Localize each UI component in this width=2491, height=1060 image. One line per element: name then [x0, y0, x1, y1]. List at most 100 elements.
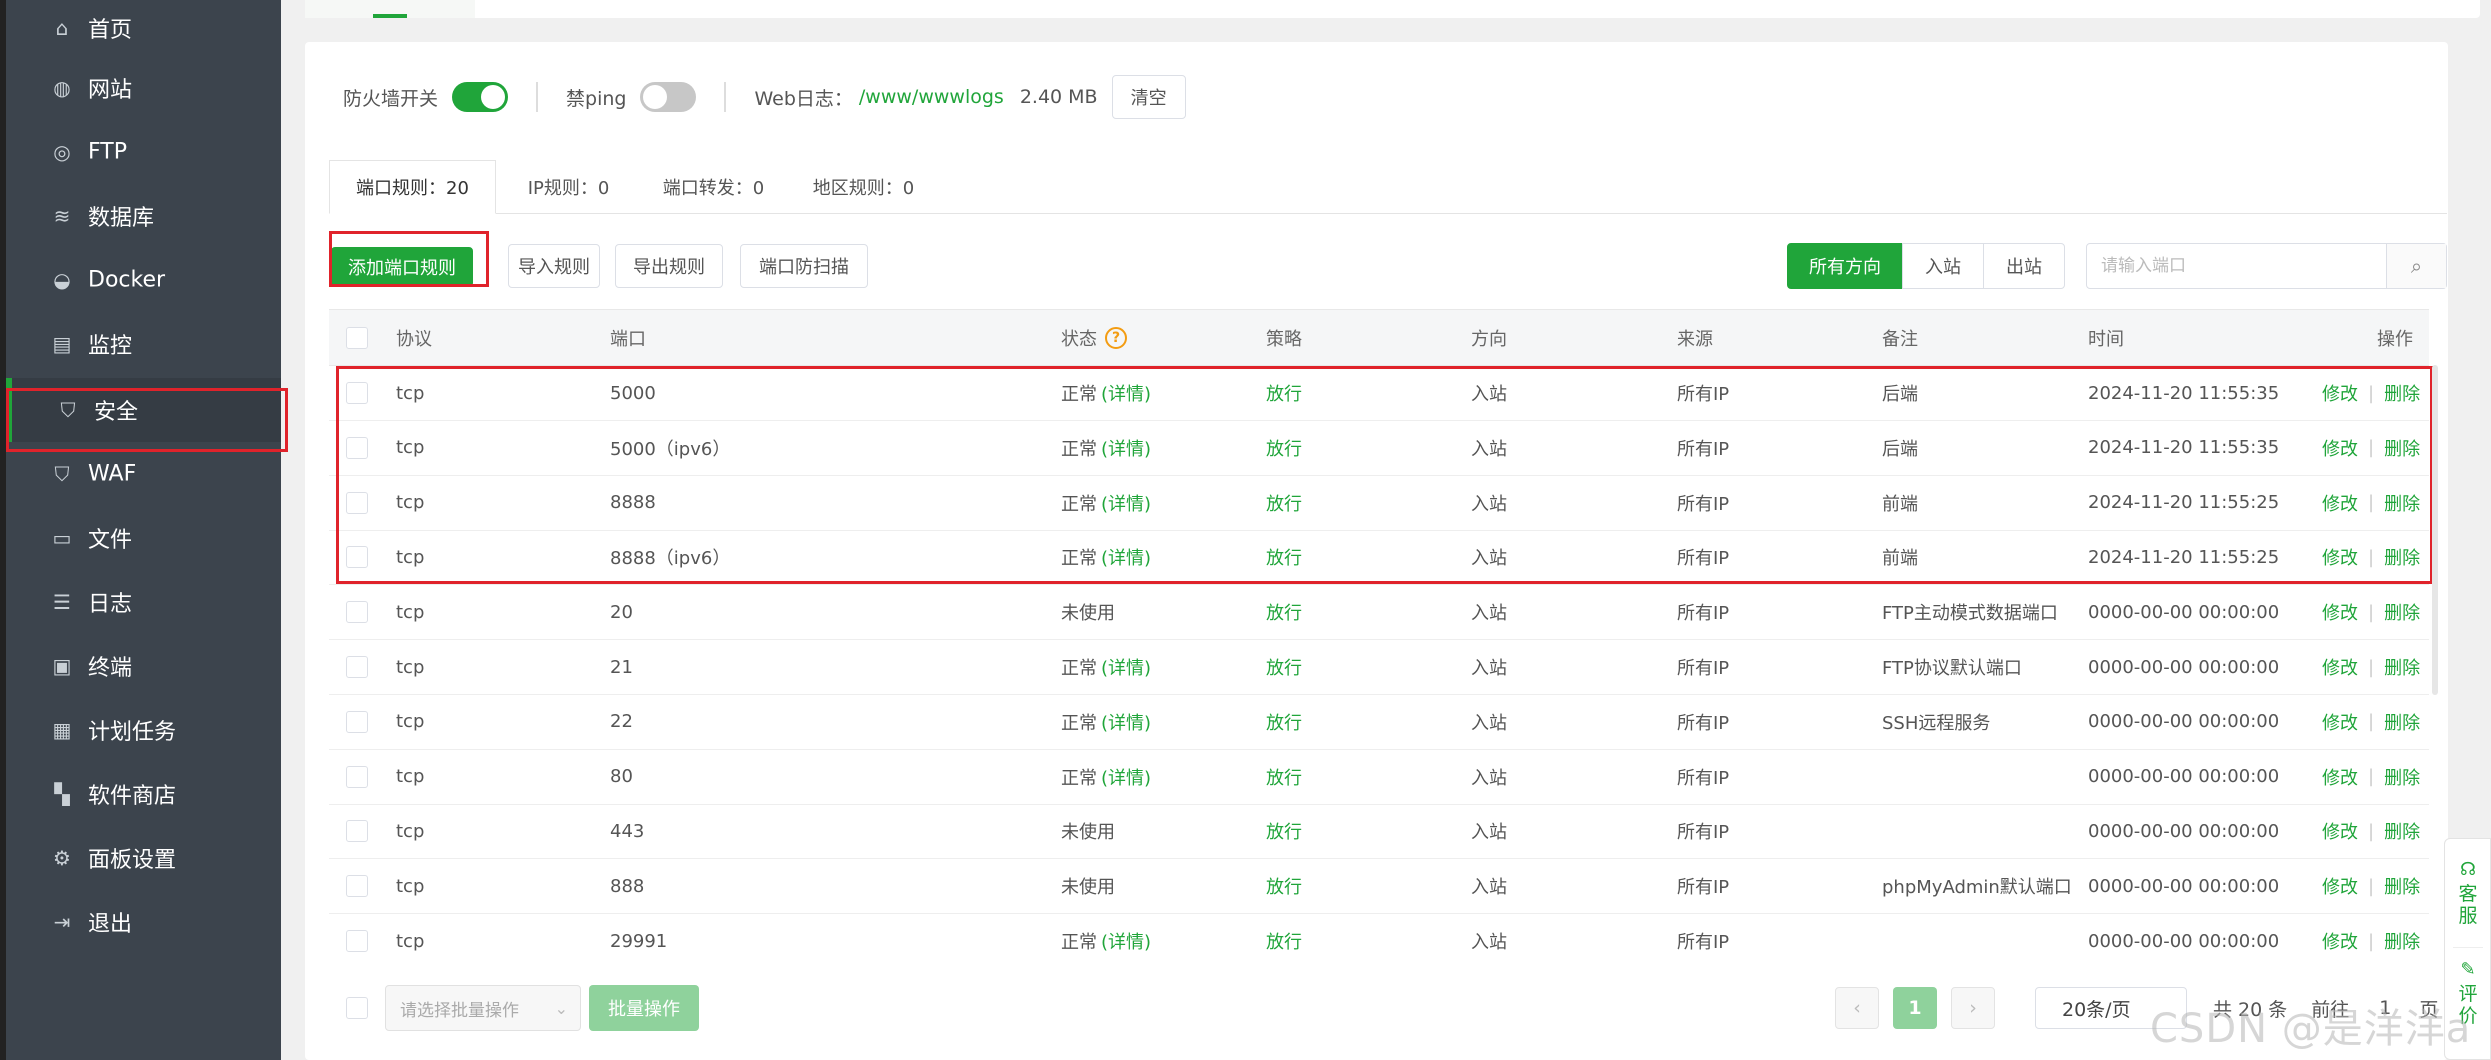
- row-checkbox[interactable]: [346, 765, 368, 788]
- port-search-input[interactable]: [2087, 244, 2386, 288]
- sidebar-item[interactable]: ⛉ WAF: [6, 442, 281, 506]
- status-detail-link[interactable]: (详情): [1101, 764, 1151, 790]
- customer-service-button[interactable]: ☊ 客服: [2453, 859, 2483, 927]
- delete-link[interactable]: 删除: [2384, 435, 2420, 461]
- row-checkbox[interactable]: [346, 546, 368, 569]
- row-checkbox[interactable]: [346, 491, 368, 514]
- edit-link[interactable]: 修改: [2322, 599, 2358, 625]
- ping-switch-toggle[interactable]: [640, 82, 697, 112]
- edit-link[interactable]: 修改: [2322, 435, 2358, 461]
- tab-region-rules[interactable]: 地区规则：0: [786, 160, 941, 214]
- footer-select-all-checkbox[interactable]: [346, 997, 368, 1019]
- row-checkbox[interactable]: [346, 601, 368, 624]
- sidebar-item[interactable]: ▤ 监控: [6, 312, 281, 376]
- weblog-path-link[interactable]: /www/wwwlogs: [859, 86, 1004, 108]
- table-scrollbar[interactable]: [2432, 365, 2438, 695]
- sidebar-item[interactable]: ⛉ 安全: [6, 378, 281, 442]
- batch-operation-button[interactable]: 批量操作: [589, 985, 699, 1031]
- status-detail-link[interactable]: (详情): [1101, 490, 1151, 516]
- delete-link[interactable]: 删除: [2384, 599, 2420, 625]
- delete-link[interactable]: 删除: [2384, 709, 2420, 735]
- edit-link[interactable]: 修改: [2322, 654, 2358, 680]
- waf-shield-icon: ⛉: [54, 462, 70, 486]
- help-icon[interactable]: ?: [1105, 326, 1127, 349]
- sidebar-item[interactable]: ◎ FTP: [6, 120, 281, 184]
- sidebar-item[interactable]: ▚ 软件商店: [6, 762, 281, 826]
- status-detail-link[interactable]: (详情): [1101, 435, 1151, 461]
- page-size-select[interactable]: 20条/页: [2035, 987, 2187, 1029]
- row-checkbox[interactable]: [346, 875, 368, 898]
- sidebar-item[interactable]: ◒ Docker: [6, 248, 281, 312]
- edit-link[interactable]: 修改: [2322, 709, 2358, 735]
- import-rules-button[interactable]: 导入规则: [508, 244, 600, 288]
- prev-page-button[interactable]: ‹: [1835, 987, 1879, 1029]
- feedback-button[interactable]: ✎ 评价: [2453, 959, 2483, 1027]
- cell-port: 20: [610, 601, 633, 623]
- tab-ip-rules[interactable]: IP规则：0: [496, 160, 641, 214]
- delete-link[interactable]: 删除: [2384, 873, 2420, 899]
- status-detail-link[interactable]: (详情): [1101, 544, 1151, 570]
- row-checkbox[interactable]: [346, 820, 368, 843]
- status-detail-link[interactable]: (详情): [1101, 928, 1151, 954]
- delete-link[interactable]: 删除: [2384, 928, 2420, 954]
- gear-icon: ⚙: [53, 846, 71, 870]
- export-rules-button[interactable]: 导出规则: [615, 244, 723, 288]
- edit-link[interactable]: 修改: [2322, 928, 2358, 954]
- cell-protocol: tcp: [396, 875, 425, 897]
- sidebar-item[interactable]: ≋ 数据库: [6, 184, 281, 248]
- sidebar-item[interactable]: ☰ 日志: [6, 570, 281, 634]
- divider: |: [2368, 656, 2375, 678]
- direction-in-button[interactable]: 入站: [1902, 243, 1984, 289]
- delete-link[interactable]: 删除: [2384, 818, 2420, 844]
- sidebar-item[interactable]: ◍ 网站: [6, 56, 281, 120]
- edit-link[interactable]: 修改: [2322, 818, 2358, 844]
- status-detail-link[interactable]: (详情): [1101, 654, 1151, 680]
- cell-source: 所有IP: [1677, 767, 1730, 789]
- apps-icon: ▚: [54, 782, 70, 806]
- divider: |: [2368, 820, 2375, 842]
- sidebar-item[interactable]: ⚙ 面板设置: [6, 826, 281, 890]
- tab-port-forward[interactable]: 端口转发：0: [641, 160, 786, 214]
- delete-link[interactable]: 删除: [2384, 380, 2420, 406]
- add-port-rule-button[interactable]: 添加端口规则: [331, 247, 473, 287]
- delete-link[interactable]: 删除: [2384, 654, 2420, 680]
- service-widget: ☊ 客服 ✎ 评价: [2444, 838, 2491, 1060]
- sidebar-item[interactable]: ⇥ 退出: [6, 890, 281, 954]
- sidebar-item[interactable]: ▦ 计划任务: [6, 698, 281, 762]
- row-checkbox[interactable]: [346, 710, 368, 733]
- page-number-current[interactable]: 1: [1893, 987, 1937, 1029]
- edit-link[interactable]: 修改: [2322, 544, 2358, 570]
- edit-link[interactable]: 修改: [2322, 380, 2358, 406]
- batch-operation-select[interactable]: 请选择批量操作 ⌄: [385, 985, 581, 1031]
- port-scan-protect-button[interactable]: 端口防扫描: [740, 244, 868, 288]
- delete-link[interactable]: 删除: [2384, 764, 2420, 790]
- cell-direction: 入站: [1471, 877, 1507, 899]
- row-checkbox[interactable]: [346, 382, 368, 404]
- select-all-checkbox[interactable]: [346, 326, 368, 349]
- cell-remark: 前端: [1882, 548, 1918, 570]
- status-detail-link[interactable]: (详情): [1101, 709, 1151, 735]
- delete-link[interactable]: 删除: [2384, 544, 2420, 570]
- sidebar-item[interactable]: ▣ 终端: [6, 634, 281, 698]
- cell-status: 正常: [1061, 712, 1097, 734]
- edit-link[interactable]: 修改: [2322, 490, 2358, 516]
- search-icon[interactable]: ⌕: [2386, 244, 2446, 288]
- row-checkbox[interactable]: [346, 436, 368, 459]
- firewall-switch-toggle[interactable]: [452, 82, 509, 112]
- sidebar-item[interactable]: ⌂ 首页: [6, 0, 281, 60]
- next-page-button[interactable]: ›: [1951, 987, 1995, 1029]
- edit-link[interactable]: 修改: [2322, 764, 2358, 790]
- direction-all-button[interactable]: 所有方向: [1787, 243, 1903, 289]
- status-detail-link[interactable]: (详情): [1101, 380, 1151, 406]
- sidebar-item-label: 日志: [88, 592, 133, 617]
- delete-link[interactable]: 删除: [2384, 490, 2420, 516]
- direction-out-button[interactable]: 出站: [1983, 243, 2065, 289]
- clear-log-button[interactable]: 清空: [1111, 75, 1186, 119]
- edit-link[interactable]: 修改: [2322, 873, 2358, 899]
- goto-page-input[interactable]: 1: [2379, 997, 2391, 1019]
- row-checkbox[interactable]: [346, 656, 368, 678]
- tab-port-rules[interactable]: 端口规则：20: [329, 160, 496, 214]
- row-checkbox[interactable]: [346, 930, 368, 952]
- divider: |: [2368, 546, 2375, 568]
- sidebar-item[interactable]: ▭ 文件: [6, 506, 281, 570]
